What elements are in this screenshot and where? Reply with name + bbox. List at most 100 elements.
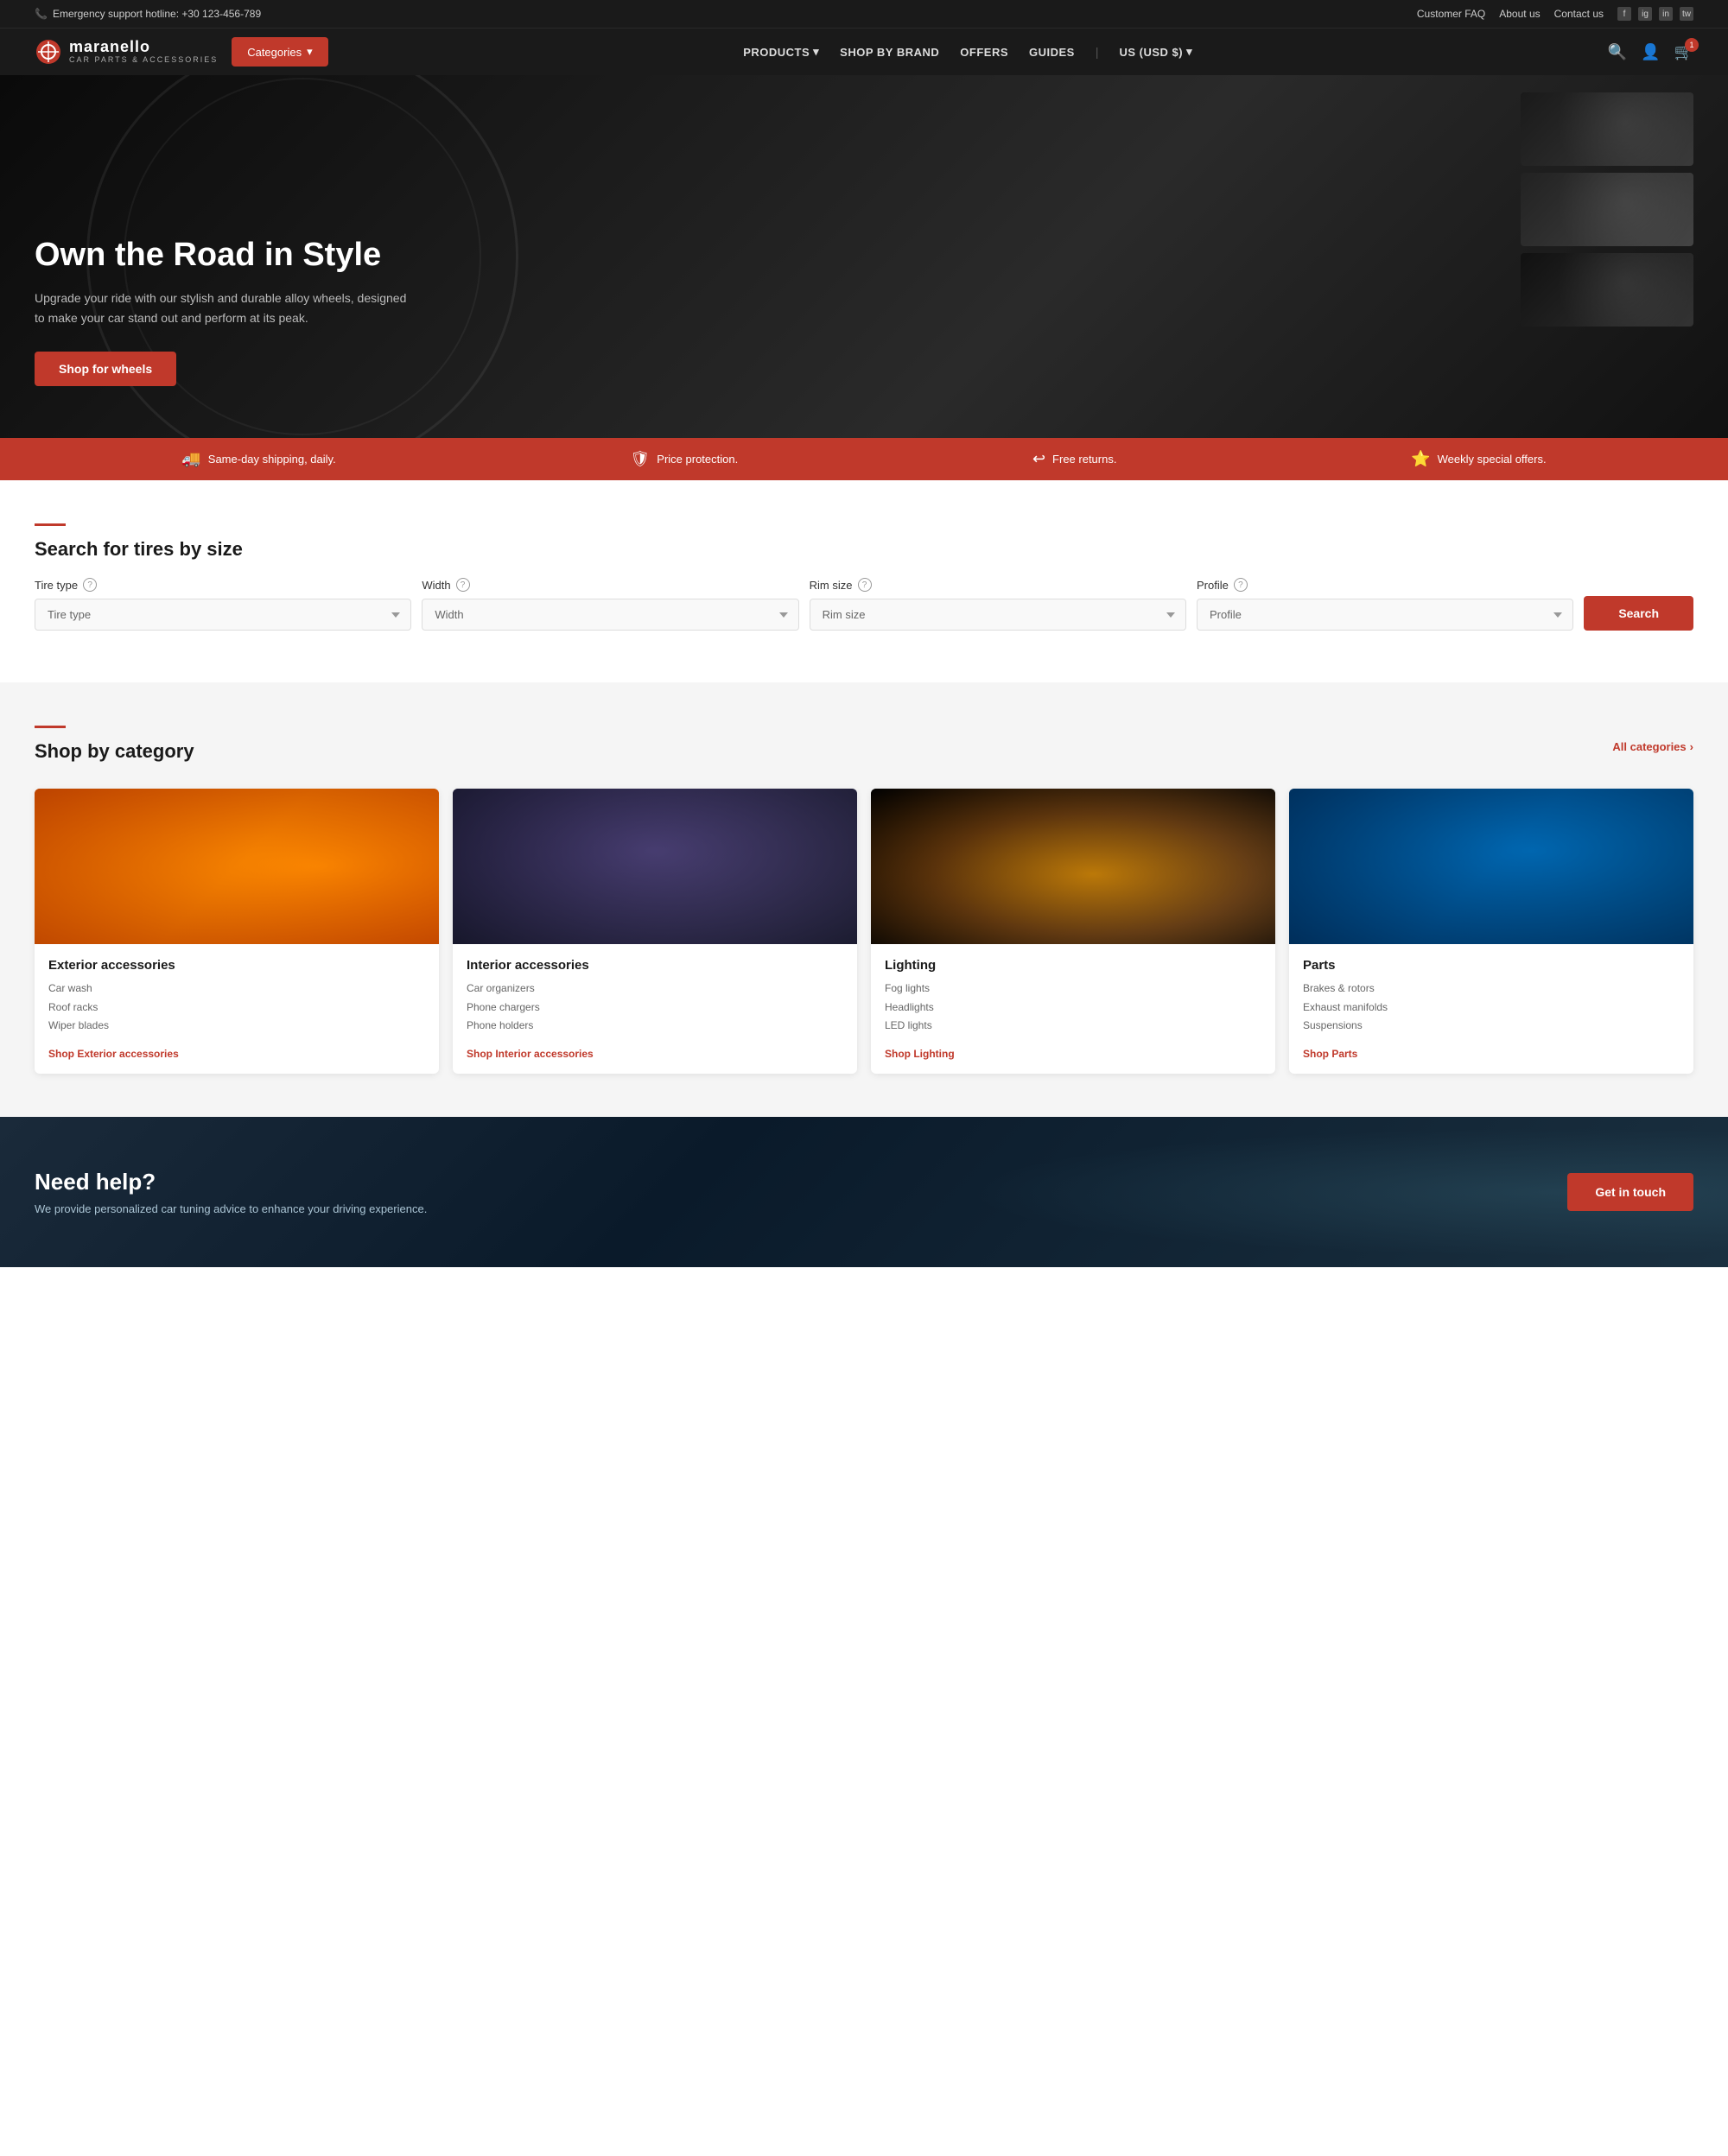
tire-search-section: Search for tires by size Tire type ? Tir… (0, 480, 1728, 682)
width-help-icon[interactable]: ? (456, 578, 470, 592)
lighting-shop-link[interactable]: Shop Lighting (885, 1048, 955, 1060)
hero-section: Own the Road in Style Upgrade your ride … (0, 75, 1728, 438)
tire-type-select[interactable]: Tire type Summer Winter All-season (35, 599, 411, 631)
linkedin-icon[interactable]: in (1659, 7, 1673, 21)
price-icon: 🛡 (630, 450, 650, 468)
tire-type-label: Tire type ? (35, 578, 411, 592)
tire-type-field: Tire type ? Tire type Summer Winter All-… (35, 578, 411, 631)
hero-thumbnail-1[interactable] (1521, 92, 1693, 166)
hero-subtitle: Upgrade your ride with our stylish and d… (35, 289, 415, 327)
tire-type-help-icon[interactable]: ? (83, 578, 97, 592)
emergency-text: Emergency support hotline: +30 123-456-7… (53, 8, 261, 20)
promo-returns: ↩ Free returns. (1032, 450, 1117, 468)
list-item: Fog lights (885, 980, 1261, 999)
nav-offers[interactable]: OFFERS (960, 46, 1008, 59)
search-icon: 🔍 (1608, 43, 1627, 60)
exterior-category-image (35, 789, 439, 944)
list-item: Brakes & rotors (1303, 980, 1680, 999)
parts-category-image (1289, 789, 1693, 944)
profile-select[interactable]: Profile 35 40 45 50 55 60 (1197, 599, 1573, 631)
nav-divider: | (1096, 45, 1099, 59)
list-item: Suspensions (1303, 1017, 1680, 1036)
header-left: maranello CAR PARTS & ACCESSORIES Catego… (35, 37, 328, 67)
nav-products[interactable]: PRODUCTS ▾ (743, 45, 819, 59)
returns-icon: ↩ (1032, 450, 1045, 468)
section-divider (35, 523, 66, 526)
tire-search-title: Search for tires by size (35, 538, 1693, 561)
account-button[interactable]: 👤 (1641, 43, 1660, 61)
shipping-icon: 🚚 (181, 450, 200, 468)
category-card-lighting: Lighting Fog lights Headlights LED light… (871, 789, 1275, 1074)
header: maranello CAR PARTS & ACCESSORIES Catego… (0, 28, 1728, 75)
promo-shipping: 🚚 Same-day shipping, daily. (181, 450, 335, 468)
list-item: Wiper blades (48, 1017, 425, 1036)
cart-button[interactable]: 🛒 1 (1674, 43, 1693, 61)
interior-category-name: Interior accessories (467, 958, 843, 973)
promo-price: 🛡 Price protection. (630, 450, 738, 468)
rim-size-field: Rim size ? Rim size 13" 14" 15" 16" 17" … (810, 578, 1186, 631)
parts-category-items: Brakes & rotors Exhaust manifolds Suspen… (1303, 980, 1680, 1036)
list-item: Headlights (885, 999, 1261, 1018)
interior-category-image (453, 789, 857, 944)
help-title: Need help? (35, 1169, 427, 1195)
get-in-touch-button[interactable]: Get in touch (1567, 1173, 1693, 1211)
exterior-shop-link[interactable]: Shop Exterior accessories (48, 1048, 179, 1060)
contact-us-link[interactable]: Contact us (1554, 8, 1604, 20)
all-categories-link[interactable]: All categories › (1612, 740, 1693, 753)
rim-size-select[interactable]: Rim size 13" 14" 15" 16" 17" 18" 19" 20" (810, 599, 1186, 631)
parts-category-name: Parts (1303, 958, 1680, 973)
logo-name: maranello (69, 39, 218, 56)
instagram-icon[interactable]: ig (1638, 7, 1652, 21)
list-item: Car wash (48, 980, 425, 999)
hero-thumbnail-3[interactable] (1521, 253, 1693, 327)
list-item: Phone chargers (467, 999, 843, 1018)
tire-search-button[interactable]: Search (1584, 596, 1693, 631)
shop-wheels-button[interactable]: Shop for wheels (35, 352, 176, 386)
parts-shop-link[interactable]: Shop Parts (1303, 1048, 1357, 1060)
help-section: Need help? We provide personalized car t… (0, 1117, 1728, 1267)
logo[interactable]: maranello CAR PARTS & ACCESSORIES (35, 38, 218, 66)
category-card-exterior: Exterior accessories Car wash Roof racks… (35, 789, 439, 1074)
social-icons: f ig in tw (1617, 7, 1693, 21)
rim-size-help-icon[interactable]: ? (858, 578, 872, 592)
chevron-down-icon: ▾ (307, 45, 313, 59)
categories-button[interactable]: Categories ▾ (232, 37, 327, 67)
interior-shop-link[interactable]: Shop Interior accessories (467, 1048, 594, 1060)
exterior-category-name: Exterior accessories (48, 958, 425, 973)
header-icons: 🔍 👤 🛒 1 (1608, 43, 1693, 61)
profile-help-icon[interactable]: ? (1234, 578, 1248, 592)
section-divider-categories (35, 726, 66, 728)
tire-search-row: Tire type ? Tire type Summer Winter All-… (35, 578, 1693, 631)
category-grid: Exterior accessories Car wash Roof racks… (35, 789, 1693, 1074)
hero-thumbnails (1521, 92, 1693, 327)
nav-shop-by-brand[interactable]: SHOP BY BRAND (840, 46, 939, 59)
facebook-icon[interactable]: f (1617, 7, 1631, 21)
category-card-interior: Interior accessories Car organizers Phon… (453, 789, 857, 1074)
list-item: Roof racks (48, 999, 425, 1018)
promo-offers: ⭐ Weekly special offers. (1411, 450, 1546, 468)
nav-guides[interactable]: GUIDES (1029, 46, 1075, 59)
top-bar-links: Customer FAQ About us Contact us f ig in… (1417, 7, 1693, 21)
list-item: Exhaust manifolds (1303, 999, 1680, 1018)
promo-shipping-text: Same-day shipping, daily. (208, 453, 336, 466)
search-button[interactable]: 🔍 (1608, 43, 1627, 61)
twitter-icon[interactable]: tw (1680, 7, 1693, 21)
category-section-title: Shop by category (35, 740, 194, 763)
lighting-category-info: Lighting Fog lights Headlights LED light… (871, 944, 1275, 1074)
width-select[interactable]: Width 155 165 175 185 195 205 215 225 23… (422, 599, 798, 631)
hero-thumbnail-2[interactable] (1521, 173, 1693, 246)
category-title-block: Shop by category (35, 726, 194, 768)
nav-currency[interactable]: US (USD $) ▾ (1120, 45, 1193, 59)
list-item: LED lights (885, 1017, 1261, 1036)
about-us-link[interactable]: About us (1499, 8, 1540, 20)
lighting-category-name: Lighting (885, 958, 1261, 973)
list-item: Phone holders (467, 1017, 843, 1036)
parts-category-info: Parts Brakes & rotors Exhaust manifolds … (1289, 944, 1693, 1074)
promo-bar: 🚚 Same-day shipping, daily. 🛡 Price prot… (0, 438, 1728, 480)
interior-category-info: Interior accessories Car organizers Phon… (453, 944, 857, 1074)
main-nav: PRODUCTS ▾ SHOP BY BRAND OFFERS GUIDES |… (743, 45, 1192, 59)
width-field: Width ? Width 155 165 175 185 195 205 21… (422, 578, 798, 631)
category-card-parts: Parts Brakes & rotors Exhaust manifolds … (1289, 789, 1693, 1074)
top-bar-emergency: 📞 Emergency support hotline: +30 123-456… (35, 8, 261, 20)
customer-faq-link[interactable]: Customer FAQ (1417, 8, 1485, 20)
